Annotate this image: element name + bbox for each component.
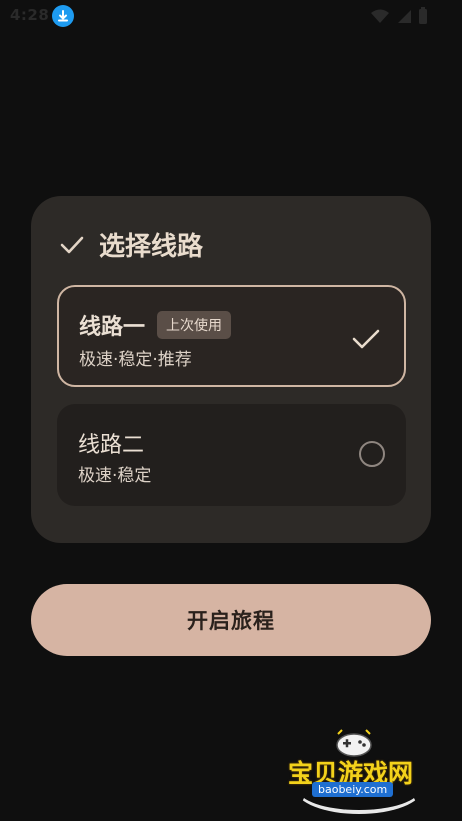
route-option-description: 极速·稳定·推荐 [79, 350, 192, 370]
watermark-domain: baobeiy.com [312, 782, 394, 797]
status-time: 4:28 [10, 6, 50, 24]
watermark-logo: 宝贝游戏网 baobeiy.com [284, 726, 434, 816]
status-icons [370, 7, 428, 25]
option-name-row: 线路一 上次使用 [79, 309, 232, 341]
card-title: 选择线路 [99, 232, 204, 262]
radio-unselected-icon[interactable] [359, 441, 385, 467]
route-select-card: 选择线路 线路一 上次使用 极速·稳定·推荐 线路二 极速·稳定 [31, 196, 431, 543]
last-used-badge: 上次使用 [157, 311, 232, 339]
card-header: 选择线路 [59, 226, 203, 263]
status-bar: 4:28 [0, 0, 462, 32]
signal-icon [398, 10, 411, 23]
option-name-row: 线路二 [78, 427, 144, 459]
route-option-name: 线路二 [78, 433, 145, 458]
route-option-2[interactable]: 线路二 极速·稳定 [57, 404, 406, 506]
route-option-name: 线路一 [79, 315, 146, 340]
check-icon [60, 236, 84, 253]
wifi-icon [371, 9, 389, 23]
selected-check-icon [352, 329, 380, 349]
download-icon [52, 5, 74, 27]
battery-icon [419, 7, 427, 24]
route-option-description: 极速·稳定 [78, 466, 152, 486]
route-option-1[interactable]: 线路一 上次使用 极速·稳定·推荐 [57, 285, 406, 387]
start-journey-button[interactable]: 开启旅程 [31, 584, 431, 656]
